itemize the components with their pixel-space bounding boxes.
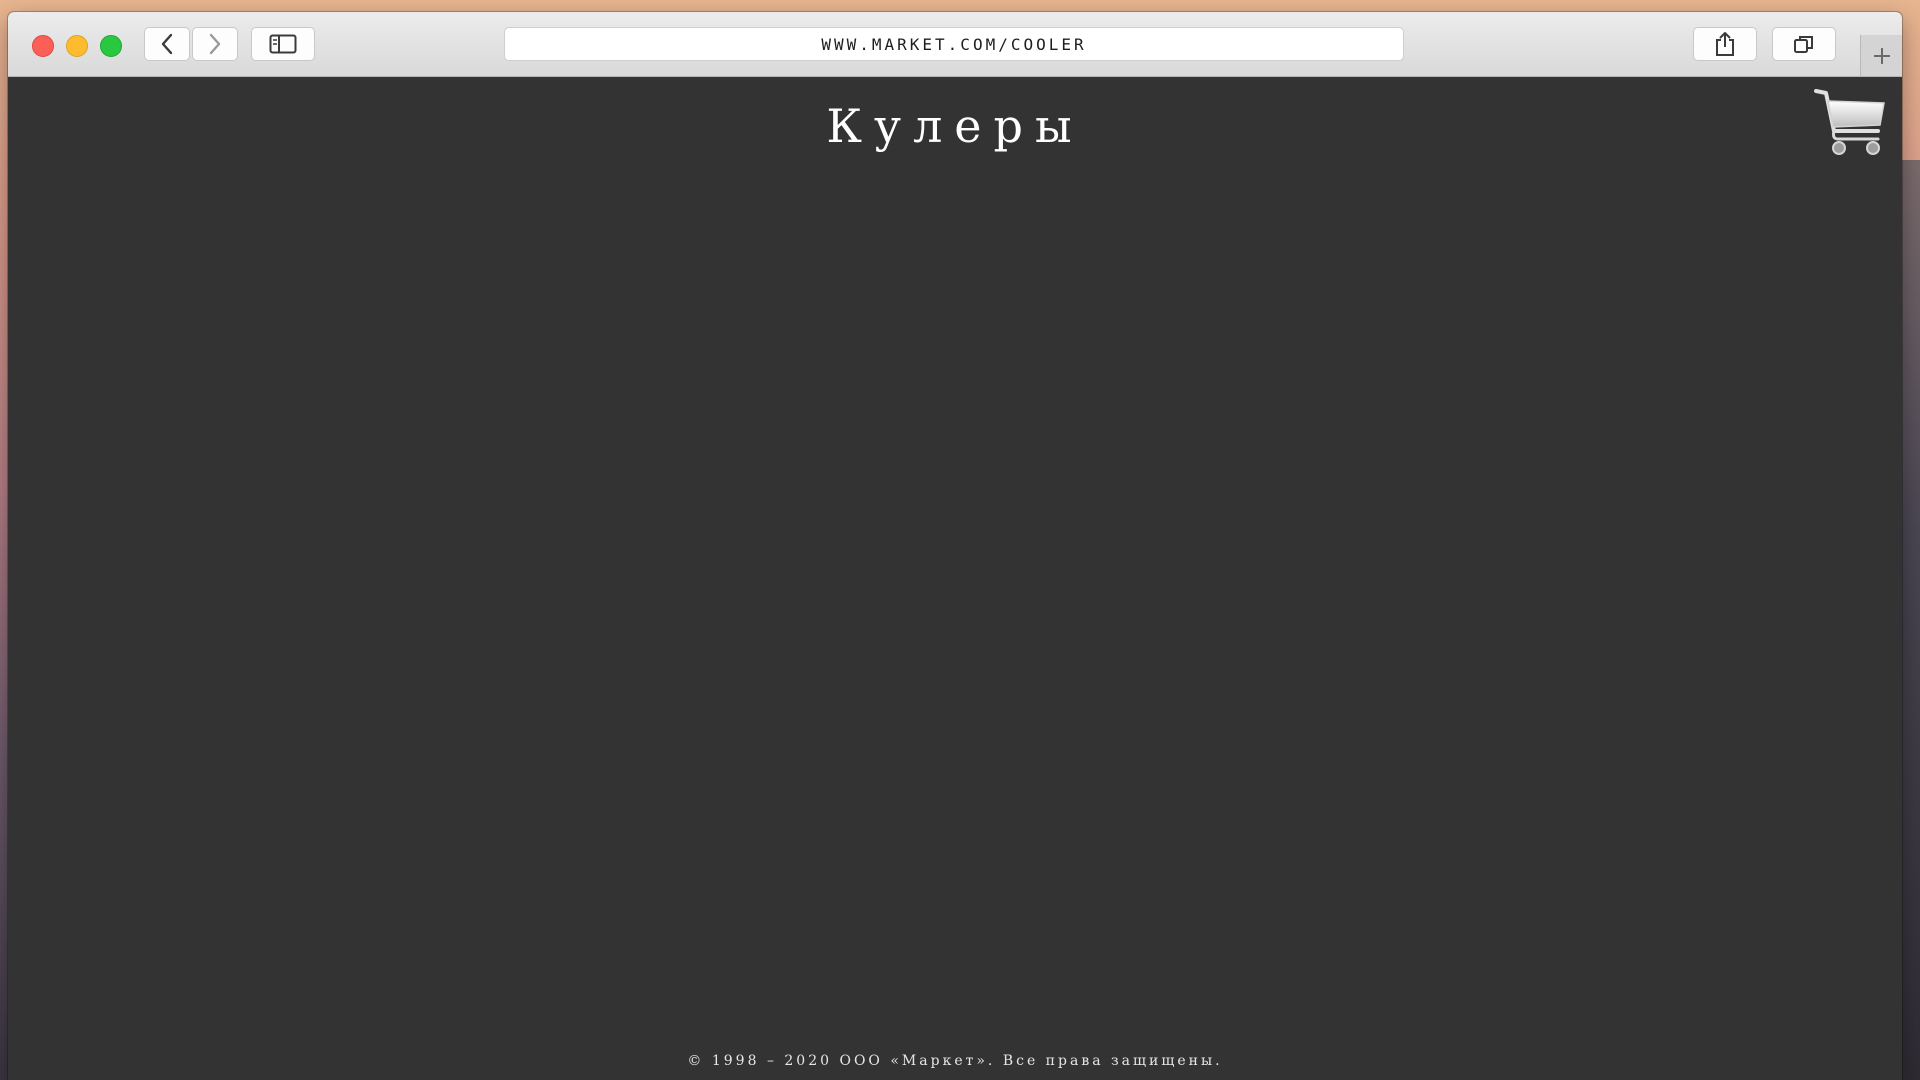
new-tab-button[interactable] xyxy=(1860,35,1902,76)
back-button[interactable] xyxy=(144,27,190,61)
plus-icon xyxy=(1874,47,1890,64)
address-bar[interactable]: WWW.MARKET.COM/COOLER xyxy=(504,27,1404,61)
sidebar-icon xyxy=(269,34,297,54)
tabs-icon xyxy=(1794,36,1813,53)
share-icon xyxy=(1716,32,1734,56)
chevron-right-icon xyxy=(209,33,221,55)
browser-window: WWW.MARKET.COM/COOLER Кулеры © 1998 – 20… xyxy=(8,12,1902,1080)
footer-copyright: © 1998 – 2020 ООО «Маркет». Все права за… xyxy=(687,1053,1223,1069)
forward-button[interactable] xyxy=(192,27,238,61)
page-title: Кулеры xyxy=(826,99,1084,153)
chevron-left-icon xyxy=(161,33,173,55)
show-tabs-button[interactable] xyxy=(1772,27,1836,61)
browser-toolbar: WWW.MARKET.COM/COOLER xyxy=(8,12,1902,77)
page-content: Кулеры © 1998 – 2020 ООО «Маркет». Все п… xyxy=(8,77,1902,1080)
maximize-window-button[interactable] xyxy=(100,35,122,57)
desktop-wallpaper xyxy=(1902,160,1920,1080)
shopping-cart-icon xyxy=(1814,89,1885,155)
sidebar-toggle-button[interactable] xyxy=(251,27,315,61)
minimize-window-button[interactable] xyxy=(66,35,88,57)
address-url: WWW.MARKET.COM/COOLER xyxy=(821,34,1087,54)
cart-button[interactable] xyxy=(1814,87,1888,157)
close-window-button[interactable] xyxy=(32,35,54,57)
share-button[interactable] xyxy=(1693,27,1757,61)
